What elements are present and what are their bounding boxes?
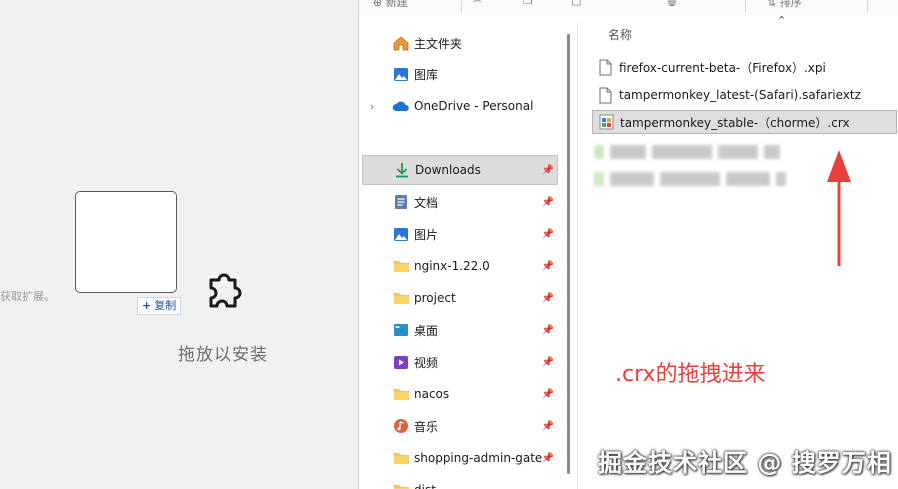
nav-item-shopping-admin-gate[interactable]: shopping-admin-gate 📌: [362, 443, 557, 473]
download-icon: [393, 162, 411, 178]
pin-icon[interactable]: 📌: [542, 261, 554, 272]
plus-icon: +: [142, 299, 152, 312]
file-name: tampermonkey_latest-(Safari).safariextz: [619, 88, 861, 102]
onedrive-icon: [392, 98, 410, 114]
nav-item-label: shopping-admin-gate: [414, 451, 543, 465]
nav-item-desktop[interactable]: 桌面 📌: [362, 315, 557, 345]
toolbar: ⊕ 新建 ✂ ❐ ▢ 🗑 ⇅ 排序: [359, 0, 898, 14]
blurred-file-row: [594, 145, 780, 161]
nav-item-label: 图库: [414, 67, 439, 82]
nav-item-onedrive[interactable]: › OneDrive - Personal: [362, 91, 557, 121]
cut-icon[interactable]: ✂: [473, 0, 482, 7]
nav-item-label: 图片: [414, 227, 439, 242]
copy-icon[interactable]: ❐: [523, 0, 533, 7]
toolbar-separator: [867, 0, 868, 12]
blurred-file-row: [594, 172, 786, 188]
nav-item-label: 主文件夹: [414, 36, 463, 51]
nav-item-pictures[interactable]: 图片 📌: [362, 219, 557, 249]
folder-icon: [392, 290, 410, 306]
puzzle-icon: [209, 273, 242, 308]
pin-icon[interactable]: 📌: [542, 293, 554, 304]
file-icon: [597, 86, 613, 104]
nav-item-dist[interactable]: dist: [362, 475, 557, 489]
gallery-icon: [392, 66, 410, 82]
desktop-icon: [392, 322, 410, 338]
nav-item-label: Downloads: [415, 163, 481, 177]
nav-item-label: dist: [414, 483, 436, 489]
pin-icon[interactable]: 📌: [542, 165, 554, 176]
nav-scrollbar[interactable]: [567, 34, 570, 474]
nav-item-label: project: [414, 291, 456, 305]
annotation-text: .crx的拖拽进来: [615, 362, 766, 387]
nav-item-nginx[interactable]: nginx-1.22.0 📌: [362, 251, 557, 281]
nav-item-downloads[interactable]: Downloads 📌: [362, 155, 558, 185]
pin-icon[interactable]: 📌: [542, 389, 554, 400]
nav-item-label: 音乐: [414, 419, 439, 434]
folder-icon: [392, 450, 410, 466]
column-header-name[interactable]: 名称: [608, 26, 632, 43]
file-icon: [597, 58, 613, 76]
new-button[interactable]: ⊕ 新建: [373, 0, 408, 10]
toolbar-separator: [461, 0, 462, 12]
document-icon: [392, 194, 410, 210]
nav-item-label: 视频: [414, 355, 439, 370]
pin-icon[interactable]: 📌: [542, 325, 554, 336]
picture-icon: [392, 226, 410, 242]
file-row[interactable]: firefox-current-beta-（Firefox）.xpi: [592, 55, 897, 79]
nav-item-label: 桌面: [414, 323, 439, 338]
folder-icon: [392, 482, 410, 489]
nav-item-project[interactable]: project 📌: [362, 283, 557, 313]
pin-icon[interactable]: 📌: [542, 357, 554, 368]
copy-label: 复制: [154, 299, 177, 312]
file-name: tampermonkey_stable-（chorme）.crx: [620, 115, 850, 130]
copy-badge: + 复制: [137, 297, 182, 315]
folder-icon: [392, 258, 410, 274]
nav-item-nacos[interactable]: nacos 📌: [362, 379, 557, 409]
pin-icon[interactable]: 📌: [542, 453, 554, 464]
crx-file-icon: [598, 113, 614, 131]
pin-icon[interactable]: 📌: [542, 421, 554, 432]
pin-icon[interactable]: 📌: [542, 229, 554, 240]
toolbar-separator: [745, 0, 746, 12]
file-explorer-window: ⊕ 新建 ✂ ❐ ▢ 🗑 ⇅ 排序 ⌃ 主文件夹 图库 › OneDrive -…: [358, 0, 898, 489]
file-row-selected[interactable]: tampermonkey_stable-（chorme）.crx: [592, 110, 897, 134]
nav-item-label: OneDrive - Personal: [414, 99, 534, 113]
file-row[interactable]: tampermonkey_latest-(Safari).safariextz: [592, 83, 897, 107]
drop-to-install-label: 拖放以安装: [178, 345, 268, 365]
pin-icon[interactable]: 📌: [542, 197, 554, 208]
nav-item-music[interactable]: 音乐 📌: [362, 411, 557, 441]
navigation-pane: 主文件夹 图库 › OneDrive - Personal Downloads …: [359, 22, 567, 489]
file-name: firefox-current-beta-（Firefox）.xpi: [619, 60, 826, 75]
nav-item-documents[interactable]: 文档 📌: [362, 187, 557, 217]
drag-preview-card: [75, 191, 177, 293]
home-icon: [392, 35, 410, 51]
nav-item-label: 文档: [414, 195, 439, 210]
sort-button[interactable]: ⇅ 排序: [767, 0, 802, 10]
nav-item-gallery[interactable]: 图库: [362, 59, 557, 89]
extensions-page: 获取扩展。 + 复制 拖放以安装: [0, 0, 358, 489]
watermark: 掘金技术社区 @ 搜罗万相: [598, 449, 892, 477]
hint-text: 获取扩展。: [0, 290, 55, 303]
chevron-right-icon[interactable]: ›: [370, 100, 374, 113]
nav-item-videos[interactable]: 视频 📌: [362, 347, 557, 377]
music-icon: [392, 418, 410, 434]
red-arrow-icon: [827, 150, 851, 266]
nav-item-label: nginx-1.22.0: [414, 259, 490, 273]
delete-icon[interactable]: 🗑: [665, 0, 679, 7]
paste-icon[interactable]: ▢: [571, 0, 581, 7]
folder-icon: [392, 386, 410, 402]
nav-item-label: nacos: [414, 387, 450, 401]
nav-item-home[interactable]: 主文件夹: [362, 28, 557, 58]
video-icon: [392, 354, 410, 370]
